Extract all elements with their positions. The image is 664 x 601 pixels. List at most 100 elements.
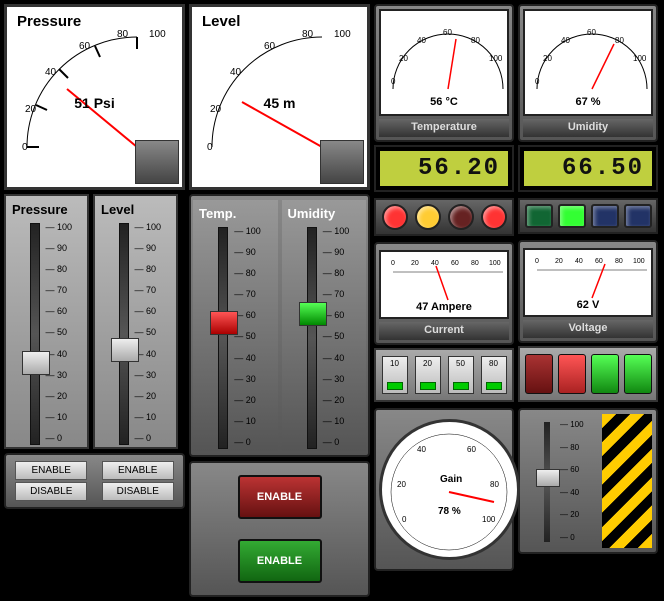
humidity-gauge: 020 4060 80100 67 % bbox=[523, 9, 653, 116]
led-dark-red bbox=[448, 204, 474, 230]
level-gauge: Level 020 4060 80100 45 m bbox=[189, 4, 370, 190]
svg-text:40: 40 bbox=[45, 67, 57, 78]
svg-text:20: 20 bbox=[411, 260, 419, 267]
temperature-label: Temperature bbox=[379, 119, 509, 137]
svg-text:100: 100 bbox=[489, 260, 501, 267]
level-enable-button[interactable]: ENABLE bbox=[102, 461, 174, 480]
svg-text:80: 80 bbox=[490, 480, 499, 489]
svg-text:0: 0 bbox=[22, 142, 28, 153]
svg-text:100: 100 bbox=[334, 29, 351, 40]
voltage-label: Voltage bbox=[523, 320, 653, 338]
pressure-slider-knob[interactable] bbox=[22, 351, 50, 375]
svg-text:60: 60 bbox=[587, 28, 596, 37]
pressure-disable-button[interactable]: DISABLE bbox=[15, 482, 87, 501]
svg-text:60: 60 bbox=[443, 28, 452, 37]
rocker-1[interactable] bbox=[525, 354, 553, 394]
voltage-meter: 020 4060 80100 62 V bbox=[523, 248, 653, 317]
led-red-2 bbox=[481, 204, 507, 230]
pressure-slider-label: Pressure bbox=[8, 200, 85, 223]
pressure-gauge: Pressure 020 4060 80100 51 Psi bbox=[4, 4, 185, 190]
temperature-value: 56 °C bbox=[430, 96, 458, 108]
level-slider-knob[interactable] bbox=[111, 338, 139, 362]
led-strip-a bbox=[374, 198, 514, 236]
level-disable-button[interactable]: DISABLE bbox=[102, 482, 174, 501]
temp-slider[interactable]: — 100— 90— 80— 70— 60— 50— 40— 30— 20— 1… bbox=[200, 227, 270, 447]
svg-text:100: 100 bbox=[489, 54, 503, 63]
pressure-slider[interactable]: — 100— 90— 80— 70— 60— 50— 40— 30— 20— 1… bbox=[12, 223, 82, 443]
svg-text:80: 80 bbox=[615, 36, 624, 45]
humidity-value: 67 % bbox=[575, 96, 600, 108]
svg-text:100: 100 bbox=[633, 54, 647, 63]
umidity-slider-label: Umidity bbox=[284, 204, 365, 227]
svg-text:100: 100 bbox=[482, 515, 496, 524]
temperature-lcd-value: 56.20 bbox=[380, 151, 508, 186]
temp-slider-knob[interactable] bbox=[210, 311, 238, 335]
svg-text:40: 40 bbox=[417, 36, 426, 45]
svg-text:0: 0 bbox=[402, 515, 407, 524]
level-slider-panel: Level — 100— 90— 80— 70— 60— 50— 40— 30—… bbox=[93, 194, 178, 449]
led-strip-b bbox=[518, 198, 658, 234]
level-value: 45 m bbox=[264, 95, 296, 111]
rocker-3[interactable] bbox=[591, 354, 619, 394]
pressure-slider-panel: Pressure — 100— 90— 80— 70— 60— 50— 40— … bbox=[4, 194, 89, 449]
toggle-10[interactable]: 10 bbox=[382, 356, 408, 394]
voltage-value: 62 V bbox=[577, 299, 600, 311]
gauge-corner bbox=[135, 140, 179, 184]
svg-text:20: 20 bbox=[397, 480, 406, 489]
umidity-slider-knob[interactable] bbox=[299, 302, 327, 326]
rocker-2[interactable] bbox=[558, 354, 586, 394]
pressure-enable-button[interactable]: ENABLE bbox=[15, 461, 87, 480]
svg-text:0: 0 bbox=[391, 77, 396, 86]
sq-led-2 bbox=[558, 204, 586, 228]
svg-text:80: 80 bbox=[615, 258, 623, 265]
level-slider[interactable]: — 100— 90— 80— 70— 60— 50— 40— 30— 20— 1… bbox=[101, 223, 171, 443]
gain-slider-knob[interactable] bbox=[536, 469, 560, 487]
sq-led-3 bbox=[591, 204, 619, 228]
svg-text:100: 100 bbox=[149, 29, 166, 40]
umidity-slider[interactable]: — 100— 90— 80— 70— 60— 50— 40— 30— 20— 1… bbox=[289, 227, 359, 447]
rocker-4[interactable] bbox=[624, 354, 652, 394]
umidity-slider-panel: Umidity — 100— 90— 80— 70— 60— 50— 40— 3… bbox=[282, 200, 367, 451]
current-value: 47 Ampere bbox=[416, 301, 472, 313]
temperature-gauge: 0 20 40 60 80 100 56 °C bbox=[379, 9, 509, 116]
svg-text:20: 20 bbox=[25, 104, 37, 115]
svg-text:78 %: 78 % bbox=[438, 506, 461, 517]
current-meter: 020 4060 80100 47 Ampere bbox=[379, 250, 509, 319]
svg-text:40: 40 bbox=[561, 36, 570, 45]
svg-text:40: 40 bbox=[417, 445, 426, 454]
toggle-50[interactable]: 50 bbox=[448, 356, 474, 394]
umidity-enable-button[interactable]: ENABLE bbox=[238, 539, 322, 583]
svg-text:0: 0 bbox=[535, 77, 540, 86]
svg-text:20: 20 bbox=[555, 258, 563, 265]
gain-gauge: Gain 78 % 020 4060 80100 bbox=[379, 419, 520, 560]
voltage-rockers bbox=[518, 346, 658, 402]
svg-text:80: 80 bbox=[471, 260, 479, 267]
current-label: Current bbox=[379, 322, 509, 340]
svg-text:60: 60 bbox=[79, 41, 91, 52]
led-red-1 bbox=[382, 204, 408, 230]
humidity-lcd-value: 66.50 bbox=[524, 151, 652, 186]
svg-text:0: 0 bbox=[207, 142, 213, 153]
sq-led-4 bbox=[624, 204, 652, 228]
temp-slider-panel: Temp. — 100— 90— 80— 70— 60— 50— 40— 30—… bbox=[193, 200, 278, 451]
temp-slider-label: Temp. bbox=[195, 204, 276, 227]
svg-text:100: 100 bbox=[633, 258, 645, 265]
svg-text:60: 60 bbox=[264, 41, 276, 52]
level-slider-label: Level bbox=[97, 200, 174, 223]
svg-text:20: 20 bbox=[399, 54, 408, 63]
temp-enable-button[interactable]: ENABLE bbox=[238, 475, 322, 519]
svg-text:40: 40 bbox=[230, 67, 242, 78]
pressure-value: 51 Psi bbox=[74, 95, 114, 111]
temperature-lcd: 56.20 bbox=[374, 145, 514, 192]
svg-text:80: 80 bbox=[117, 29, 129, 40]
svg-text:Gain: Gain bbox=[440, 474, 462, 485]
sq-led-1 bbox=[525, 204, 553, 228]
svg-text:40: 40 bbox=[431, 260, 439, 267]
gain-slider[interactable]: — 100— 80— 60— 40— 20— 0 bbox=[524, 414, 598, 548]
svg-text:40: 40 bbox=[575, 258, 583, 265]
toggle-20[interactable]: 20 bbox=[415, 356, 441, 394]
svg-text:80: 80 bbox=[471, 36, 480, 45]
led-yellow bbox=[415, 204, 441, 230]
svg-text:0: 0 bbox=[535, 258, 539, 265]
toggle-80[interactable]: 80 bbox=[481, 356, 507, 394]
